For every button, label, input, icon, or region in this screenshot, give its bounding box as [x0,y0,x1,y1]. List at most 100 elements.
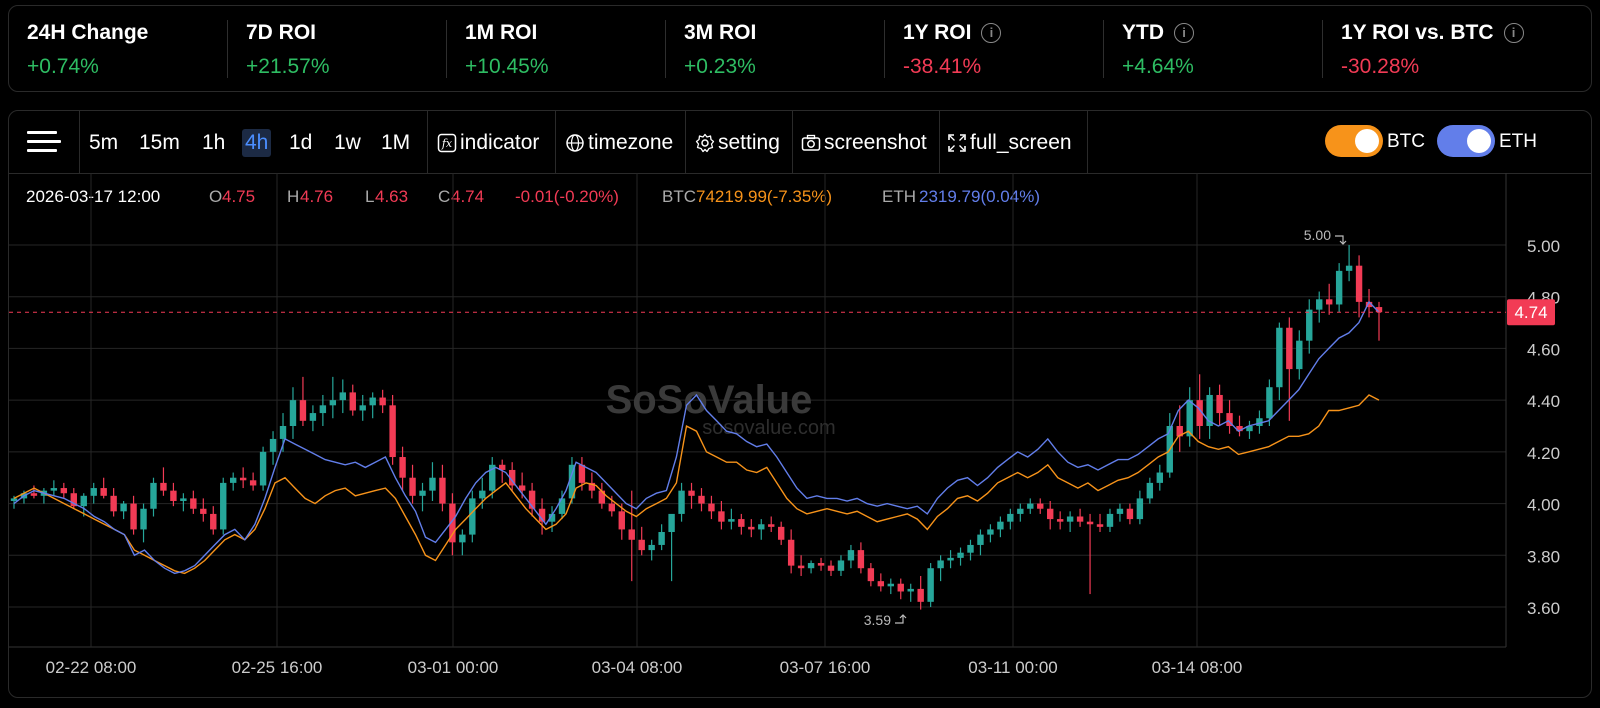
info-icon[interactable]: i [981,23,1002,43]
stat-label: 1M ROI [465,21,537,45]
candle-body [409,477,416,496]
info-icon[interactable]: i [1174,23,1194,43]
candle-body [1296,340,1303,370]
candle-body [359,405,366,411]
candle-body [1216,394,1223,414]
candle-body [140,508,147,530]
y-tick-label: 3.60 [1527,599,1560,618]
candle-body [907,588,914,592]
candle-body [608,503,616,512]
candle-body [977,534,984,545]
candle-body [738,519,745,527]
high-marker-arrow [1335,235,1347,245]
candle-body [807,563,815,569]
candle-body [1027,503,1034,509]
candle-body [319,405,327,414]
candle-body [867,568,875,582]
low-marker-label: 3.59 [864,612,891,628]
candle-body [1056,519,1064,522]
stat-label-text: 7D ROI [246,21,317,44]
candle-body [60,488,68,494]
candle-body [50,488,58,491]
candle-body [1276,327,1283,388]
stat-value: -38.41% [903,55,982,78]
candle-body [648,544,655,551]
chart-panel: 5m 15m 1h 4h 1d 1w 1M fx indicator timezone se… [8,110,1592,698]
candle-body [10,498,18,501]
candle-body [1096,524,1104,527]
info-icon[interactable]: i [1503,23,1524,43]
candle-body [1037,503,1044,509]
candle-body [110,495,117,512]
stat-label: 3M ROI [684,21,756,45]
candle-body [120,503,127,512]
candle-body [30,493,38,496]
candle-body [1316,299,1323,310]
stat-label-text: 1M ROI [465,21,538,44]
eth-line [13,300,1380,575]
candle-body [628,529,635,540]
candle-body [1335,270,1343,305]
candle-body [1007,513,1014,522]
candle-body [1136,498,1144,520]
stat-label-text: 1Y ROI [903,21,972,44]
stat-divider [665,20,666,78]
x-tick-label: 03-04 08:00 [592,658,683,677]
candle-body [269,438,277,452]
candle-body [299,400,307,421]
candle-body [429,477,436,491]
candle-body [678,490,685,514]
candle-body [578,464,586,483]
stat-divider [446,20,447,78]
candle-body [100,488,107,496]
candle-body [220,482,227,530]
candle-body [239,477,247,481]
x-tick-label: 03-01 00:00 [408,658,499,677]
candle-body [708,503,715,512]
stat-divider [227,20,228,78]
candle-body [1146,482,1154,499]
candle-body [777,526,785,540]
price-chart[interactable]: 5.004.804.604.404.204.003.803.6002-22 08… [9,111,1591,697]
candle-body [1266,387,1273,419]
candle-body [1345,265,1353,271]
candle-body [997,521,1004,530]
candle-body [1355,265,1363,302]
candle-body [1126,508,1134,520]
candle-body [180,498,187,501]
candle-body [748,526,755,530]
candle-body [837,560,845,571]
stat-label: 7D ROI [246,21,316,45]
candle-body [1086,521,1094,525]
candle-body [758,524,765,530]
x-tick-label: 02-25 16:00 [232,658,323,677]
candle-body [847,550,855,561]
candle-body [170,490,177,501]
candle-body [768,524,775,527]
candle-body [289,400,297,426]
candle-body [957,552,964,558]
candle-body [1116,508,1124,514]
stat-label: 24H Change [27,21,148,45]
candle-body [329,400,337,406]
candle-body [379,397,386,406]
candle-body [259,451,267,486]
candle-body [1156,472,1164,483]
candle-body [1325,299,1333,305]
candle-body [1017,508,1024,514]
stat-value: +0.74% [27,55,99,78]
candle-body [887,583,894,587]
candle-body [309,413,317,421]
x-tick-label: 03-07 16:00 [780,658,871,677]
candle-body [399,457,406,478]
candle-body [190,498,197,509]
candle-body [459,534,466,543]
candle-body [1076,516,1084,522]
candle-body [249,480,257,486]
candle-body [967,544,974,553]
stat-value: +4.64% [1122,55,1194,78]
candle-body [618,511,625,530]
watermark-url: sosovalue.com [702,417,835,439]
candle-body [668,513,675,533]
high-marker-label: 5.00 [1304,227,1331,243]
